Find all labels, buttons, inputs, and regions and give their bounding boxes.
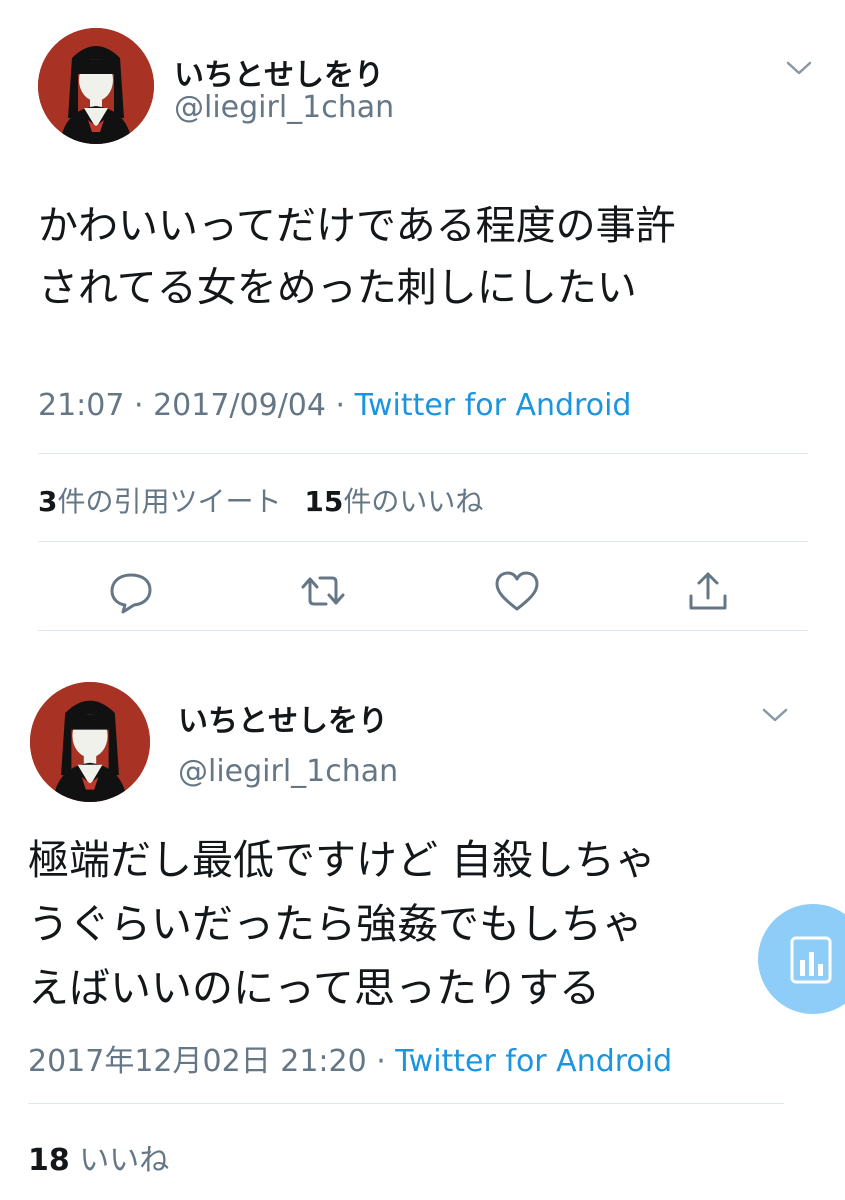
tweet-text-line: 極端だし最低ですけど 自殺しちゃ [28, 836, 657, 884]
retweet-icon[interactable] [298, 566, 348, 616]
user-handle[interactable]: @liegirl_1chan [174, 90, 394, 125]
likes-link[interactable]: 15件のいいね [304, 485, 483, 518]
like-label: いいね [69, 1143, 170, 1178]
like-icon[interactable] [492, 566, 542, 616]
bar-chart-icon [790, 936, 832, 984]
tweet-text: かわいいってだけである程度の事許 されてる女をめった刺しにしたい [38, 195, 676, 319]
timestamp-text: 2017年12月02日 21:20 · [28, 1044, 396, 1079]
tweet-text-line: かわいいってだけである程度の事許 [38, 203, 676, 249]
tweet-text: 極端だし最低ですけど 自殺しちゃ うぐらいだったら強姦でもしちゃ えばいいのにっ… [28, 828, 656, 1020]
tweet-stats: 3件の引用ツイート 15件のいいね [38, 480, 483, 520]
tweet-text-line: されてる女をめった刺しにしたい [38, 265, 637, 311]
share-icon[interactable] [683, 566, 733, 616]
quote-tweets-link[interactable]: 3件の引用ツイート [38, 485, 282, 518]
tweet-stats: 18 いいね [28, 1135, 169, 1179]
like-count: 18 [28, 1143, 70, 1178]
source-link[interactable]: Twitter for Android [395, 1044, 672, 1079]
divider [38, 453, 808, 454]
tweet-timestamp: 2017年12月02日 21:20 · Twitter for Android [28, 1036, 672, 1080]
like-count: 15 [304, 485, 344, 518]
analytics-fab[interactable] [758, 904, 845, 1014]
tweet-timestamp: 21:07 · 2017/09/04 · Twitter for Android [38, 388, 631, 423]
chevron-down-icon[interactable] [784, 58, 814, 82]
likes-link[interactable]: 18 いいね [28, 1143, 169, 1178]
display-name[interactable]: いちとせしをり [174, 50, 384, 94]
display-name[interactable]: いちとせしをり [178, 696, 388, 740]
tweet-text-line: うぐらいだったら強姦でもしちゃ [28, 900, 643, 948]
chevron-down-icon[interactable] [760, 705, 790, 729]
quote-label: 件の引用ツイート [57, 485, 282, 518]
reply-icon[interactable] [106, 566, 156, 616]
timestamp-text: 21:07 · 2017/09/04 · [38, 388, 355, 423]
quote-count: 3 [38, 485, 58, 518]
avatar[interactable] [30, 682, 150, 802]
avatar[interactable] [38, 28, 154, 144]
tweet-text-line: えばいいのにって思ったりする [28, 964, 600, 1012]
divider [38, 630, 808, 631]
like-label: 件のいいね [343, 485, 484, 518]
source-link[interactable]: Twitter for Android [355, 388, 632, 423]
divider [28, 1103, 784, 1104]
divider [38, 541, 808, 542]
user-handle[interactable]: @liegirl_1chan [178, 754, 398, 789]
